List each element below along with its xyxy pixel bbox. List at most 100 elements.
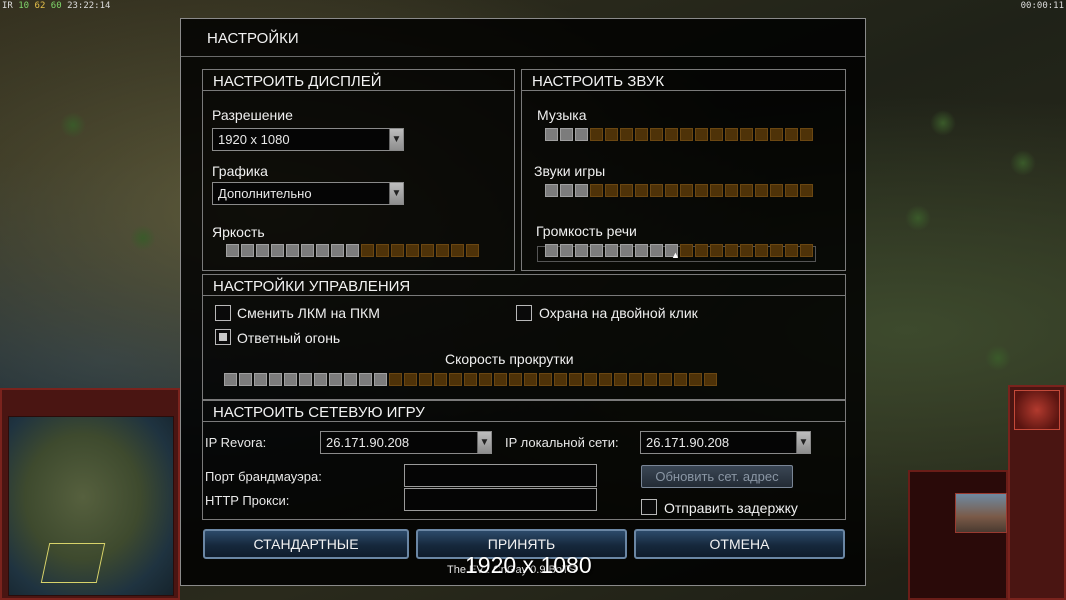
slider-segment[interactable] [466, 244, 479, 257]
slider-segment[interactable] [785, 184, 798, 197]
slider-segment[interactable] [755, 128, 768, 141]
slider-segment[interactable] [224, 373, 237, 386]
slider-segment[interactable] [680, 244, 693, 257]
slider-segment[interactable] [800, 184, 813, 197]
slider-segment[interactable] [560, 184, 573, 197]
slider-segment[interactable] [404, 373, 417, 386]
slider-segment[interactable] [271, 244, 284, 257]
slider-segment[interactable] [575, 184, 588, 197]
retaliation-checkbox[interactable] [215, 329, 231, 345]
slider-segment[interactable] [695, 128, 708, 141]
slider-segment[interactable] [665, 128, 678, 141]
music-volume-slider[interactable] [545, 128, 813, 141]
slider-segment[interactable] [635, 244, 648, 257]
resolution-dropdown[interactable]: 1920 x 1080 ▼ [212, 128, 404, 151]
revora-ip-dropdown[interactable]: 26.171.90.208 ▼ [320, 431, 492, 454]
slider-segment[interactable] [560, 128, 573, 141]
slider-segment[interactable] [316, 244, 329, 257]
slider-segment[interactable] [605, 184, 618, 197]
refresh-network-address-button[interactable]: Обновить сет. адрес [641, 465, 793, 488]
scroll-speed-slider[interactable] [224, 373, 717, 386]
slider-segment[interactable] [590, 184, 603, 197]
slider-segment[interactable] [575, 244, 588, 257]
slider-segment[interactable] [494, 373, 507, 386]
slider-segment[interactable] [286, 244, 299, 257]
slider-segment[interactable] [620, 128, 633, 141]
slider-segment[interactable] [659, 373, 672, 386]
slider-segment[interactable] [785, 244, 798, 257]
minimap[interactable] [8, 416, 174, 596]
slider-segment[interactable] [241, 244, 254, 257]
slider-segment[interactable] [590, 128, 603, 141]
slider-segment[interactable] [451, 244, 464, 257]
slider-segment[interactable] [406, 244, 419, 257]
slider-segment[interactable] [545, 184, 558, 197]
graphics-dropdown[interactable]: Дополнительно ▼ [212, 182, 404, 205]
slider-segment[interactable] [704, 373, 717, 386]
double-click-guard-checkbox[interactable] [516, 305, 532, 321]
slider-segment[interactable] [421, 244, 434, 257]
http-proxy-input[interactable] [404, 488, 597, 511]
slider-thumb-icon[interactable]: ▲ [671, 250, 680, 260]
slider-segment[interactable] [689, 373, 702, 386]
slider-segment[interactable] [359, 373, 372, 386]
slider-segment[interactable] [650, 244, 663, 257]
slider-segment[interactable] [800, 128, 813, 141]
slider-segment[interactable] [226, 244, 239, 257]
slider-segment[interactable] [590, 244, 603, 257]
slider-segment[interactable] [254, 373, 267, 386]
slider-segment[interactable] [614, 373, 627, 386]
brightness-slider[interactable] [226, 244, 479, 257]
slider-segment[interactable] [629, 373, 642, 386]
slider-segment[interactable] [725, 184, 738, 197]
slider-segment[interactable] [509, 373, 522, 386]
slider-segment[interactable] [695, 184, 708, 197]
slider-segment[interactable] [479, 373, 492, 386]
slider-segment[interactable] [650, 128, 663, 141]
slider-segment[interactable] [620, 184, 633, 197]
chevron-down-icon[interactable]: ▼ [477, 432, 491, 453]
send-delay-checkbox[interactable] [641, 499, 657, 515]
sfx-volume-slider[interactable] [545, 184, 813, 197]
slider-segment[interactable] [301, 244, 314, 257]
slider-segment[interactable] [770, 184, 783, 197]
slider-segment[interactable] [376, 244, 389, 257]
slider-segment[interactable] [344, 373, 357, 386]
slider-segment[interactable] [599, 373, 612, 386]
unit-portrait[interactable] [955, 493, 1007, 533]
slider-segment[interactable] [710, 244, 723, 257]
slider-segment[interactable] [800, 244, 813, 257]
slider-segment[interactable] [740, 128, 753, 141]
slider-segment[interactable] [545, 128, 558, 141]
cancel-button[interactable]: ОТМЕНА [634, 529, 845, 559]
slider-segment[interactable] [635, 184, 648, 197]
slider-segment[interactable] [449, 373, 462, 386]
slider-segment[interactable] [389, 373, 402, 386]
slider-segment[interactable] [755, 184, 768, 197]
slider-segment[interactable] [695, 244, 708, 257]
slider-segment[interactable] [770, 128, 783, 141]
slider-segment[interactable] [770, 244, 783, 257]
swap-mouse-checkbox[interactable] [215, 305, 231, 321]
slider-segment[interactable] [434, 373, 447, 386]
slider-segment[interactable] [560, 244, 573, 257]
slider-segment[interactable] [710, 184, 723, 197]
slider-segment[interactable] [436, 244, 449, 257]
slider-segment[interactable] [740, 184, 753, 197]
slider-segment[interactable] [239, 373, 252, 386]
firewall-port-input[interactable] [404, 464, 597, 487]
slider-segment[interactable] [419, 373, 432, 386]
slider-segment[interactable] [740, 244, 753, 257]
slider-segment[interactable] [269, 373, 282, 386]
slider-segment[interactable] [650, 184, 663, 197]
slider-segment[interactable] [785, 128, 798, 141]
slider-segment[interactable] [391, 244, 404, 257]
defaults-button[interactable]: СТАНДАРТНЫЕ [203, 529, 409, 559]
slider-segment[interactable] [725, 128, 738, 141]
slider-segment[interactable] [569, 373, 582, 386]
slider-segment[interactable] [331, 244, 344, 257]
slider-segment[interactable] [361, 244, 374, 257]
lan-ip-dropdown[interactable]: 26.171.90.208 ▼ [640, 431, 811, 454]
slider-segment[interactable] [284, 373, 297, 386]
slider-segment[interactable] [329, 373, 342, 386]
